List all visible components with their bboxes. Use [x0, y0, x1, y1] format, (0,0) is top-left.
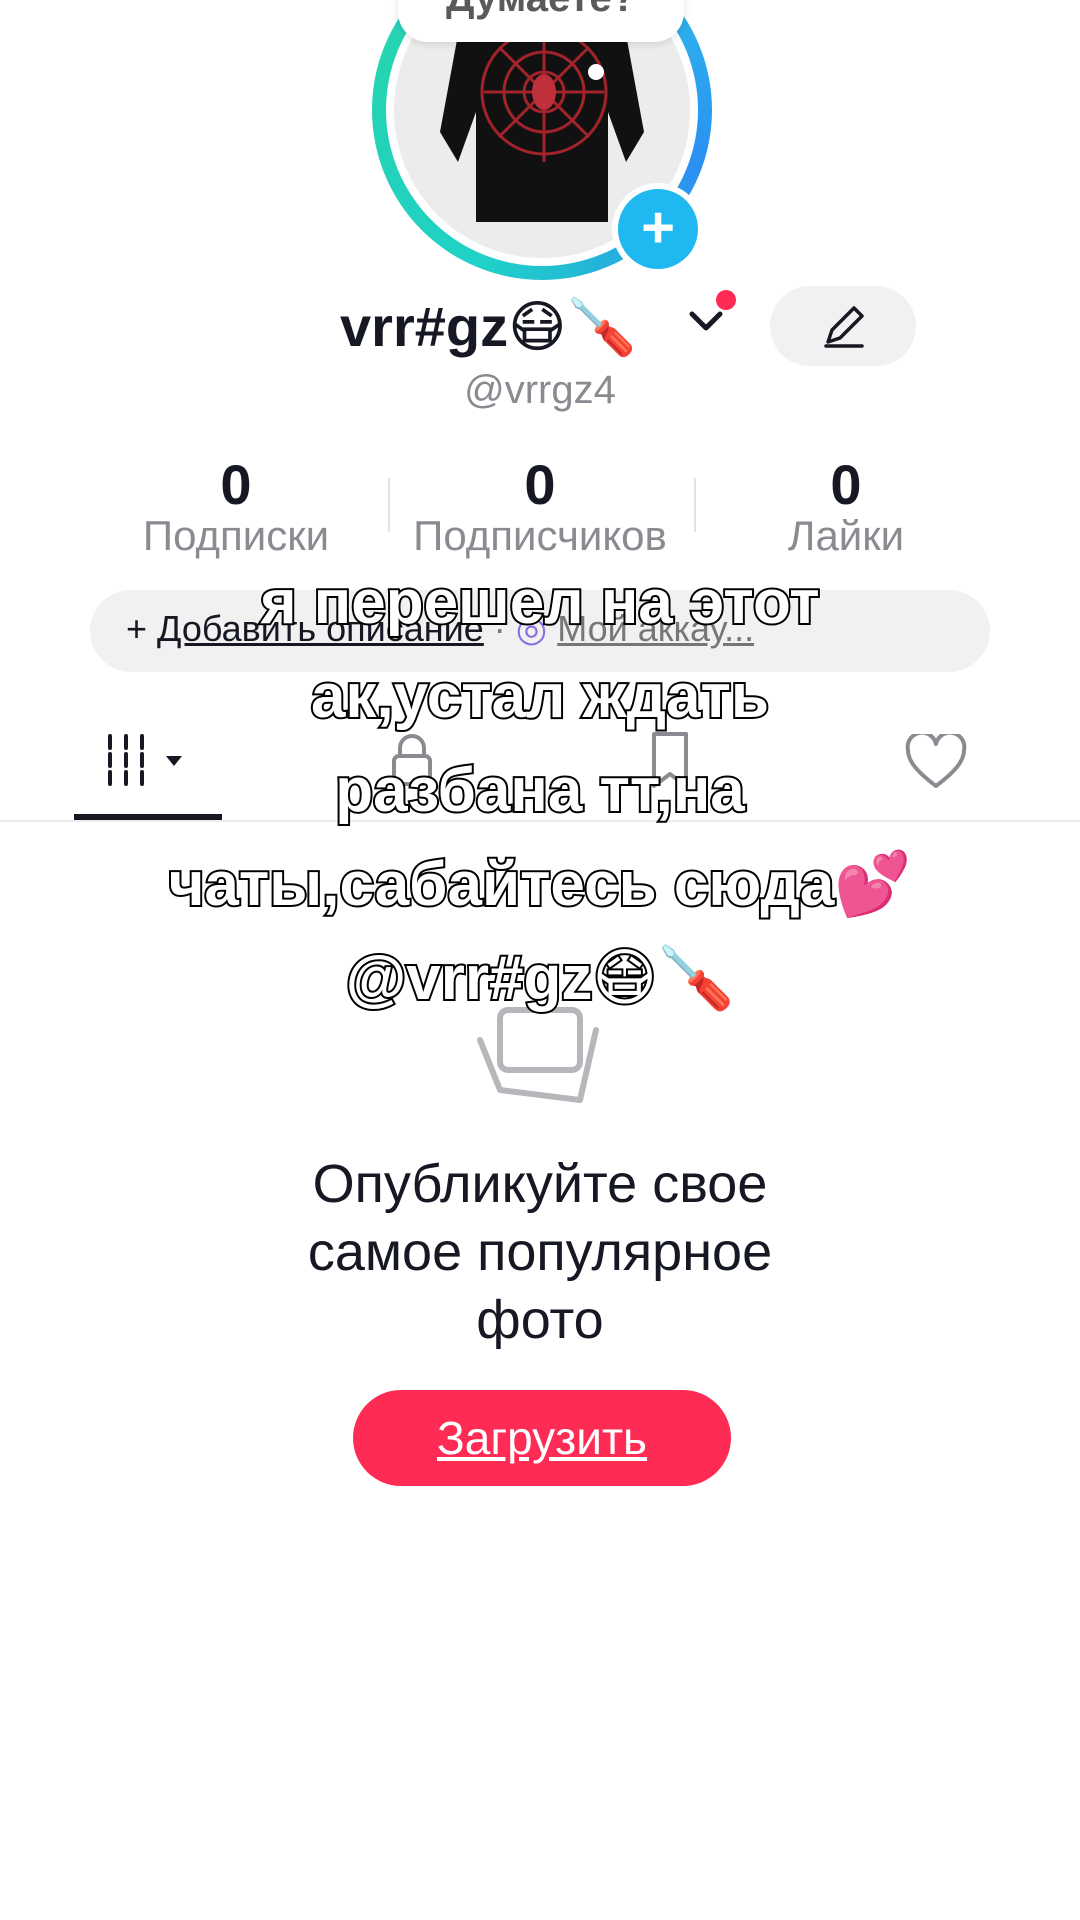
notification-dot: [716, 290, 736, 310]
upload-button[interactable]: Загрузить: [353, 1390, 731, 1486]
empty-state-line: фото: [476, 1290, 604, 1350]
following-count[interactable]: 0: [86, 452, 386, 517]
caption-line: @vrr#gz😷🪛: [344, 942, 736, 1015]
avatar-thought-bubble[interactable]: Думаете?: [398, 0, 684, 42]
caption-line: я перешел на этот: [258, 566, 821, 639]
plus-icon: +: [641, 195, 675, 260]
overlay-caption: я перешел на этот ак,устал ждать разбана…: [0, 556, 1080, 1026]
add-avatar-button[interactable]: +: [612, 183, 704, 275]
display-name-emojis: 😷🪛: [508, 295, 637, 360]
empty-state-title: Опубликуйте свое самое популярное фото: [0, 1150, 1080, 1354]
display-name: vrr#gz😷🪛: [340, 294, 636, 360]
empty-state-line: самое популярное: [307, 1222, 773, 1282]
followers-count[interactable]: 0: [390, 452, 690, 517]
following-label[interactable]: Подписки: [76, 512, 396, 560]
display-name-text: vrr#gz: [340, 295, 509, 358]
caption-line: чаты,сабайтесь сюда💕: [166, 848, 913, 921]
chevron-down-icon[interactable]: [686, 306, 726, 336]
caption-line: разбана тт,на: [333, 754, 747, 827]
pencil-icon: [824, 306, 864, 348]
edit-profile-button[interactable]: [770, 286, 916, 366]
bubble-tail: [588, 64, 604, 80]
empty-state-line: Опубликуйте свое: [312, 1154, 768, 1214]
followers-label[interactable]: Подписчиков: [380, 512, 700, 560]
username-handle: @vrrgz4: [464, 368, 616, 412]
caption-line: ак,устал ждать: [309, 660, 771, 733]
likes-count[interactable]: 0: [696, 452, 996, 517]
likes-label[interactable]: Лайки: [686, 512, 1006, 560]
